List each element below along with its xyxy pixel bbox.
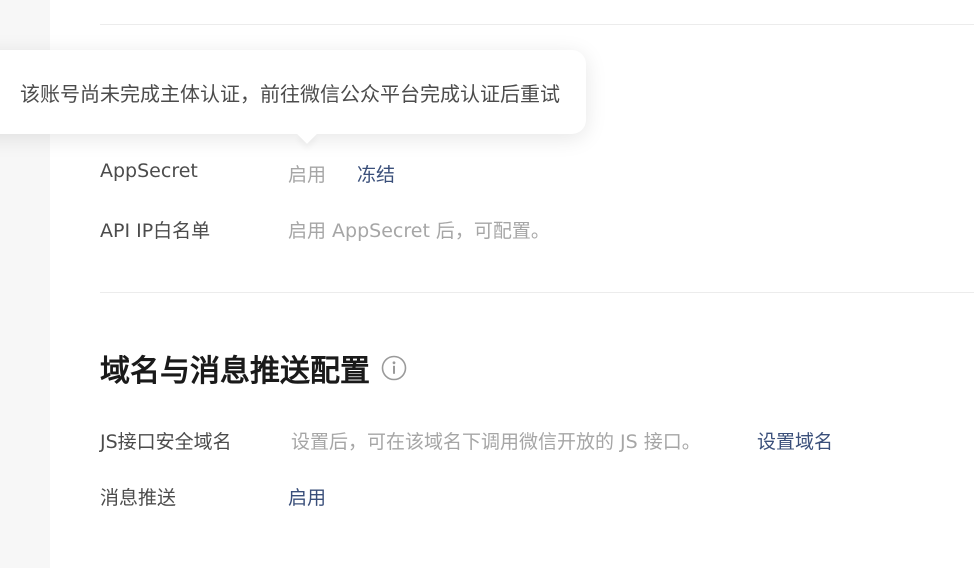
top-divider — [100, 24, 974, 25]
section-divider — [100, 292, 974, 293]
verification-tooltip: 该账号尚未完成主体认证，前往微信公众平台完成认证后重试 — [0, 50, 586, 144]
page: AppSecret 启用 冻结 API IP白名单 启用 AppSecret 后… — [0, 0, 974, 568]
ip-whitelist-label: API IP白名单 — [100, 220, 211, 242]
set-domain-link[interactable]: 设置域名 — [757, 427, 833, 454]
freeze-link[interactable]: 冻结 — [357, 160, 395, 187]
ip-whitelist-hint: 启用 AppSecret 后，可配置。 — [288, 220, 550, 242]
domain-section-title-text: 域名与消息推送配置 — [100, 354, 370, 389]
domain-section-title: 域名与消息推送配置 — [100, 346, 408, 390]
appsecret-status: 启用 — [288, 164, 327, 186]
enable-push-link[interactable]: 启用 — [288, 483, 326, 510]
js-domain-hint: 设置后，可在该域名下调用微信开放的 JS 接口。 — [291, 431, 701, 453]
appsecret-label: AppSecret — [100, 160, 198, 182]
tooltip-text: 该账号尚未完成主体认证，前往微信公众平台完成认证后重试 — [20, 81, 560, 106]
info-circle-icon[interactable] — [380, 354, 408, 382]
message-push-label: 消息推送 — [100, 487, 177, 509]
js-domain-label: JS接口安全域名 — [100, 431, 232, 453]
